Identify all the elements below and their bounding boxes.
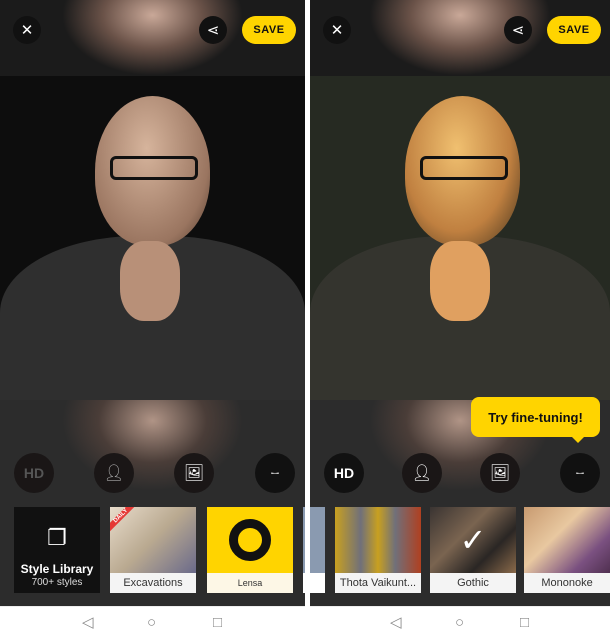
style-tile-gothic[interactable]: ✓ Gothic xyxy=(430,507,516,593)
home-button[interactable]: ○ xyxy=(455,615,464,630)
left-screen: ✕ ⋖ SAVE HD 👤︎ 🖼︎ ⧿ ❐ Style Library 700+… xyxy=(0,0,305,636)
original-photo xyxy=(0,76,305,400)
save-button[interactable]: SAVE xyxy=(242,16,296,44)
style-tile-partial[interactable] xyxy=(303,507,305,593)
photos-icon: ❐ xyxy=(47,525,67,550)
selected-check-icon: ✓ xyxy=(459,522,487,558)
sliders-icon: ⧿ xyxy=(270,464,279,481)
style-label: Gothic xyxy=(430,573,516,593)
style-label: Excavations xyxy=(110,573,196,593)
sliders-icon: ⧿ xyxy=(575,464,584,481)
recents-button[interactable]: □ xyxy=(520,615,529,630)
style-tile-excavations[interactable]: DAILY Excavations xyxy=(110,507,196,593)
back-button[interactable]: ◁ xyxy=(82,615,94,630)
lensa-logo xyxy=(229,519,271,561)
fine-tune-button[interactable]: ⧿ xyxy=(255,453,295,493)
back-button[interactable]: ◁ xyxy=(390,615,402,630)
share-icon: ⋖ xyxy=(511,22,525,39)
hd-button[interactable]: HD xyxy=(324,453,364,493)
style-label: Lensa xyxy=(207,573,293,593)
style-tile-partial[interactable] xyxy=(310,507,325,593)
recents-button[interactable]: □ xyxy=(213,615,222,630)
image-icon: 🖼︎ xyxy=(489,465,511,482)
person-button[interactable]: 👤︎ xyxy=(94,453,134,493)
image-icon: 🖼︎ xyxy=(183,465,205,482)
stylized-photo xyxy=(310,76,610,400)
share-button[interactable]: ⋖ xyxy=(199,16,227,44)
share-button[interactable]: ⋖ xyxy=(504,16,532,44)
style-tile-lensa[interactable]: Lensa xyxy=(207,507,293,593)
close-button[interactable]: ✕ xyxy=(323,16,351,44)
style-library-subtitle: 700+ styles xyxy=(31,577,83,588)
style-label: Thota Vaikunt... xyxy=(335,573,421,593)
style-label: Mononoke xyxy=(524,573,610,593)
background-button[interactable]: 🖼︎ xyxy=(480,453,520,493)
fine-tune-button[interactable]: ⧿ xyxy=(560,453,600,493)
system-nav-bar: ◁ ○ □ xyxy=(310,606,610,636)
save-button[interactable]: SAVE xyxy=(547,16,601,44)
close-button[interactable]: ✕ xyxy=(13,16,41,44)
background-button[interactable]: 🖼︎ xyxy=(174,453,214,493)
fine-tuning-tooltip: Try fine-tuning! xyxy=(471,397,600,443)
hd-button[interactable]: HD xyxy=(14,453,54,493)
style-library-title: Style Library xyxy=(20,562,94,576)
right-screen: ✕ ⋖ SAVE Try fine-tuning! HD 👤︎ 🖼︎ ⧿ Tho… xyxy=(310,0,610,636)
person-icon: 👤︎ xyxy=(103,465,125,482)
person-icon: 👤︎ xyxy=(411,465,433,482)
style-library-tile[interactable]: ❐ Style Library 700+ styles xyxy=(14,507,100,593)
style-tile-thota-vaikuntam[interactable]: Thota Vaikunt... xyxy=(335,507,421,593)
share-icon: ⋖ xyxy=(206,22,220,39)
home-button[interactable]: ○ xyxy=(147,615,156,630)
system-nav-bar: ◁ ○ □ xyxy=(0,606,305,636)
person-button[interactable]: 👤︎ xyxy=(402,453,442,493)
style-tile-mononoke[interactable]: Mononoke xyxy=(524,507,610,593)
